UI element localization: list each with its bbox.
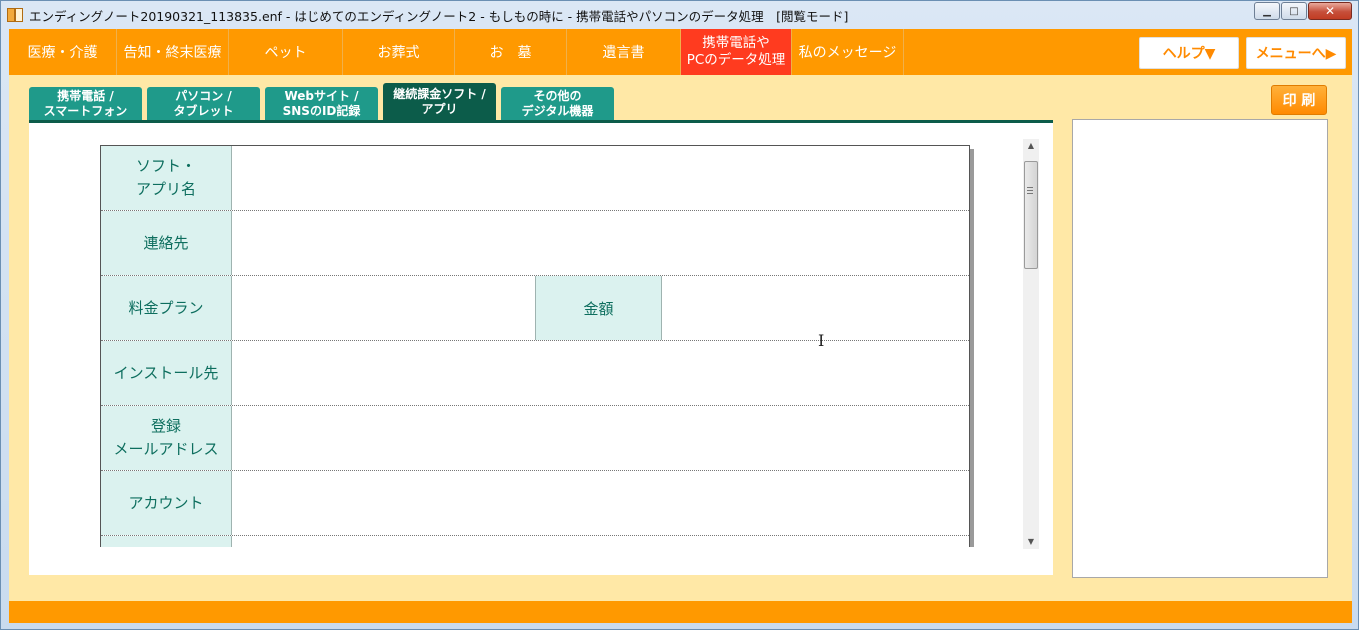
app-name-label-line1: ソフト・ — [135, 157, 196, 175]
title-bar: エンディングノート20190321_113835.enf - はじめてのエンディ… — [1, 1, 1358, 29]
side-preview-panel — [1072, 119, 1328, 578]
nav-medical-care[interactable]: 医療・介護 — [9, 29, 117, 75]
tab-label-line2: スマートフォン — [43, 104, 128, 118]
nav-device-data[interactable]: 携帯電話や PCのデータ処理 — [681, 29, 792, 75]
window-title: エンディングノート20190321_113835.enf - はじめてのエンディ… — [29, 8, 849, 24]
app-name-field[interactable] — [232, 146, 969, 210]
tab-pc-tablet[interactable]: パソコン / タブレット — [147, 87, 260, 121]
menu-button[interactable]: メニューへ▶ — [1246, 37, 1346, 69]
nav-device-data-line1: 携帯電話や — [702, 35, 770, 51]
email-label-line2: メールアドレス — [113, 440, 219, 458]
tab-label-line2: デジタル機器 — [521, 104, 594, 118]
form-panel: ソフト・ アプリ名 連絡先 料金プラン 金額 インストール先 登録 メールアドレ… — [29, 123, 1053, 575]
form-row-next — [101, 536, 969, 547]
client-area: 医療・介護 告知・終末医療 ペット お葬式 お 墓 遺言書 携帯電話や PCのデ… — [9, 29, 1352, 623]
tab-label-line2: タブレット — [173, 104, 234, 118]
subscription-form: ソフト・ アプリ名 連絡先 料金プラン 金額 インストール先 登録 メールアドレ… — [100, 145, 970, 547]
tab-label-line2: SNSのID記録 — [282, 104, 361, 118]
notebook-icon — [7, 8, 23, 22]
scroll-grip-icon — [1027, 187, 1033, 195]
form-row-plan: 料金プラン 金額 — [101, 276, 969, 341]
contact-label: 連絡先 — [101, 211, 232, 275]
account-label: アカウント — [101, 471, 232, 535]
next-row-label — [101, 536, 232, 547]
email-field[interactable] — [232, 406, 969, 470]
nav-grave[interactable]: お 墓 — [455, 29, 567, 75]
top-navigation: 医療・介護 告知・終末医療 ペット お葬式 お 墓 遺言書 携帯電話や PCのデ… — [9, 29, 1352, 75]
tab-other-devices[interactable]: その他の デジタル機器 — [501, 87, 614, 121]
form-row-email: 登録 メールアドレス — [101, 406, 969, 471]
form-row-account: アカウント — [101, 471, 969, 536]
app-window: エンディングノート20190321_113835.enf - はじめてのエンディ… — [0, 0, 1359, 630]
tab-label-line1: パソコン / — [175, 89, 232, 103]
nav-pet[interactable]: ペット — [229, 29, 343, 75]
text-cursor-icon: I — [818, 331, 825, 350]
nav-my-message[interactable]: 私のメッセージ — [792, 29, 904, 75]
tab-subscription-apps[interactable]: 継続課金ソフト / アプリ — [383, 83, 496, 121]
plan-label: 料金プラン — [101, 276, 232, 340]
account-field[interactable] — [232, 471, 969, 535]
close-button[interactable]: ✕ — [1308, 2, 1352, 20]
form-row-install-location: インストール先 — [101, 341, 969, 406]
vertical-scrollbar[interactable]: ▲ ▼ — [1023, 139, 1039, 549]
help-button[interactable]: ヘルプ▼ — [1139, 37, 1239, 69]
bottom-bar — [9, 601, 1352, 623]
scroll-up-arrow-icon[interactable]: ▲ — [1023, 139, 1039, 153]
email-label-line1: 登録 — [150, 417, 181, 435]
minimize-button[interactable]: ▁ — [1254, 2, 1280, 20]
nav-terminal-care[interactable]: 告知・終末医療 — [117, 29, 229, 75]
nav-device-data-line2: PCのデータ処理 — [686, 52, 786, 68]
tab-website-sns[interactable]: Webサイト / SNSのID記録 — [265, 87, 378, 121]
form-row-contact: 連絡先 — [101, 211, 969, 276]
install-location-field[interactable] — [232, 341, 969, 405]
tab-label-line1: 携帯電話 / — [57, 89, 114, 103]
next-row-field[interactable] — [232, 536, 969, 547]
nav-will[interactable]: 遺言書 — [567, 29, 681, 75]
amount-label: 金額 — [535, 276, 662, 340]
contact-field[interactable] — [232, 211, 969, 275]
app-name-label-line2: アプリ名 — [135, 180, 196, 198]
scroll-thumb[interactable] — [1024, 161, 1038, 269]
form-row-app-name: ソフト・ アプリ名 — [101, 146, 969, 211]
tab-label-line1: 継続課金ソフト / — [393, 87, 486, 101]
tab-label-line1: その他の — [533, 89, 582, 103]
email-label: 登録 メールアドレス — [101, 406, 232, 470]
nav-funeral[interactable]: お葬式 — [343, 29, 455, 75]
print-button[interactable]: 印 刷 — [1271, 85, 1327, 115]
tab-mobile-phone[interactable]: 携帯電話 / スマートフォン — [29, 87, 142, 121]
form-scroll-area: ソフト・ アプリ名 連絡先 料金プラン 金額 インストール先 登録 メールアドレ… — [100, 145, 973, 547]
install-location-label: インストール先 — [101, 341, 232, 405]
scroll-down-arrow-icon[interactable]: ▼ — [1023, 535, 1039, 549]
maximize-button[interactable]: □ — [1281, 2, 1307, 20]
app-name-label: ソフト・ アプリ名 — [101, 146, 232, 210]
tab-label-line2: アプリ — [421, 102, 458, 116]
tab-label-line1: Webサイト / — [284, 89, 359, 103]
